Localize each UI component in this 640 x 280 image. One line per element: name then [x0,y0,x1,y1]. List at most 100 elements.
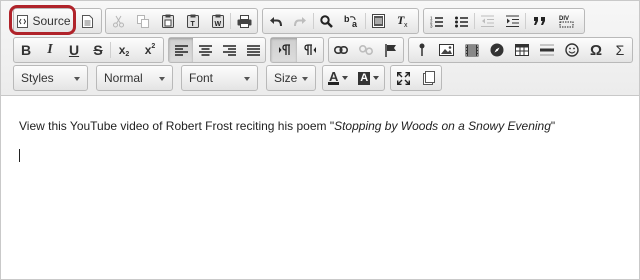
replace-icon: ba [344,14,360,28]
equation-button[interactable]: Σ [608,38,632,62]
svg-text:a: a [352,19,358,28]
replace-button[interactable]: ba [339,9,365,33]
select-all-button[interactable] [366,9,391,33]
outdent-icon [481,15,494,27]
italic-button[interactable]: I [38,38,62,62]
unlink-button[interactable] [354,38,379,62]
show-blocks-icon [422,71,435,85]
image-button[interactable] [434,38,459,62]
table-button[interactable] [509,38,534,62]
background-color-button[interactable]: A [354,66,385,90]
special-char-button[interactable]: Ω [584,38,608,62]
show-blocks-button[interactable] [416,66,441,90]
ltr-icon [278,44,291,56]
svg-text:x: x [404,22,408,28]
blockquote-icon [533,16,547,26]
cut-button[interactable] [106,9,131,33]
format-dropdown-label: Normal [104,71,143,85]
numbered-list-button[interactable]: 123 [424,9,449,33]
source-button[interactable]: Source [14,9,74,33]
chevron-down-icon [373,76,380,80]
justify-button[interactable] [241,38,265,62]
copy-button[interactable] [131,9,156,33]
rtl-icon [303,44,317,56]
paste-button[interactable] [156,9,181,33]
find-button[interactable] [314,9,339,33]
remove-format-button[interactable]: Tx [391,9,416,33]
text-direction-ltr-button[interactable] [271,38,297,62]
text-color-icon: A [328,69,340,85]
horizontal-rule-icon [539,44,554,56]
clipboard-group: T W [105,8,258,34]
subscript-base: x [118,43,126,57]
blockquote-button[interactable] [526,9,553,33]
svg-text:W: W [214,21,221,28]
styles-dropdown[interactable]: Styles [13,65,88,91]
redo-icon [294,16,307,27]
strikethrough-button[interactable]: S [86,38,110,62]
smiley-button[interactable] [559,38,584,62]
basic-styles-group: B I U S x2 x2 [13,37,164,63]
paste-word-button[interactable]: W [205,9,230,33]
table-icon [514,44,529,56]
maximize-button[interactable] [391,66,416,90]
flash-button[interactable] [459,38,484,62]
align-right-button[interactable] [217,38,241,62]
undo-button[interactable] [263,9,288,33]
outdent-button[interactable] [475,9,500,33]
svg-text:T: T [190,21,195,28]
text-color-button[interactable]: A [323,66,354,90]
size-dropdown-label: Size [274,71,298,85]
source-label: Source [32,14,71,28]
horizontal-rule-button[interactable] [534,38,559,62]
print-button[interactable] [231,9,257,33]
align-center-button[interactable] [193,38,217,62]
media-button[interactable] [484,38,509,62]
svg-text:3: 3 [430,23,433,28]
format-dropdown[interactable]: Normal [96,65,173,91]
source-icon [17,14,29,28]
redo-button[interactable] [288,9,313,33]
create-div-button[interactable]: DIV [553,9,580,33]
align-right-icon [222,44,236,56]
svg-text:b: b [344,14,350,24]
anchor-button[interactable] [378,38,403,62]
alignment-group [168,37,266,63]
bold-button[interactable]: B [14,38,38,62]
chevron-down-icon [302,77,308,81]
bulleted-list-button[interactable] [449,9,474,33]
text-direction-rtl-button[interactable] [297,38,323,62]
source-group: Source [13,8,102,34]
svg-text:DIV: DIV [559,16,569,22]
superscript-button[interactable]: x2 [137,38,163,62]
paste-text-button[interactable]: T [180,9,205,33]
rich-text-editor: Source T W b a T x 1 2 3 DIV B I U S x 2… [0,0,640,280]
align-left-button[interactable] [169,38,193,62]
paste-icon [162,14,175,28]
indent-button[interactable] [500,9,525,33]
colors-group: A A [322,65,385,91]
links-group [328,37,404,63]
paste-word-icon: W [211,14,224,28]
find-icon [320,14,333,28]
background-color-icon: A [358,71,371,85]
text-cursor [19,149,20,162]
direction-group [270,37,324,63]
font-dropdown[interactable]: Font [181,65,258,91]
editor-content-area[interactable]: View this YouTube video of Robert Frost … [1,97,639,279]
size-dropdown[interactable]: Size [266,65,316,91]
pin-icon [418,43,426,57]
link-button[interactable] [329,38,354,62]
smiley-icon [564,43,579,57]
compass-icon [490,43,504,57]
indent-icon [506,15,519,27]
new-page-button[interactable] [75,9,101,33]
print-icon [237,14,252,28]
div-icon: DIV [559,14,575,28]
subscript-button[interactable]: x2 [111,38,137,62]
underline-button[interactable]: U [62,38,86,62]
superscript-base: x [144,43,152,57]
editor-toolbar: Source T W b a T x 1 2 3 DIV B I U S x 2… [1,1,639,96]
custom-tool-button[interactable] [409,38,434,62]
justify-icon [246,44,260,56]
